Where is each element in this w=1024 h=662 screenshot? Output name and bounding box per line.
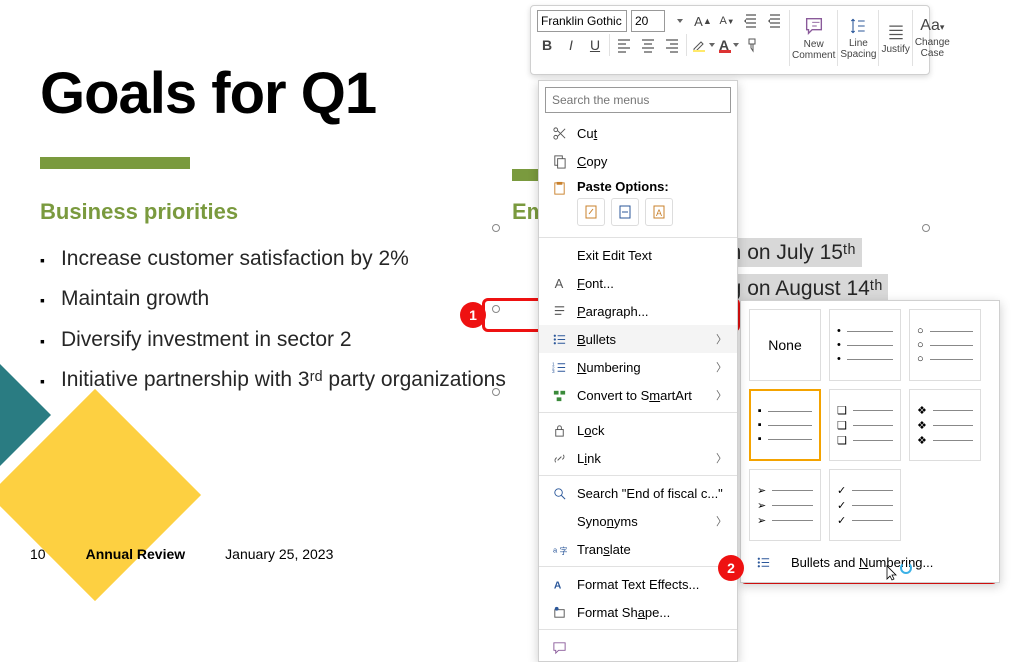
menu-item-exit-edit-text[interactable]: Exit Edit Text (539, 241, 737, 269)
paste-options-label: Paste Options: (577, 175, 737, 194)
highlight-color-button[interactable] (691, 34, 715, 56)
comment-icon (549, 640, 569, 655)
bullet-option-diamond[interactable]: ❖ ❖ ❖ (909, 389, 981, 461)
font-icon: A (549, 276, 569, 291)
mini-toolbar: A▲ A▼ B I U A New Comment (530, 5, 930, 75)
link-icon (549, 451, 569, 466)
menu-search-input[interactable] (545, 87, 731, 113)
bullet-option-disc[interactable]: • • • (829, 309, 901, 381)
font-name-select[interactable] (537, 10, 627, 32)
svg-text:3: 3 (552, 369, 555, 374)
scissors-icon (549, 126, 569, 141)
menu-item-copy[interactable]: Copy (539, 147, 737, 175)
footer-annual-review: Annual Review (86, 546, 186, 562)
menu-item-lock[interactable]: Lock (539, 416, 737, 444)
change-case-button[interactable]: Aa▾ Change Case (912, 10, 952, 66)
svg-text:A: A (656, 208, 662, 218)
menu-item-paragraph[interactable]: Paragraph... (539, 297, 737, 325)
menu-item-numbering[interactable]: 123 Numbering 〉 (539, 353, 737, 381)
format-painter-button[interactable] (743, 34, 763, 56)
translate-icon: a字 (549, 542, 569, 557)
paste-option-keep-source[interactable] (577, 198, 605, 226)
chevron-right-icon: 〉 (716, 450, 727, 466)
line-spacing-button[interactable]: Line Spacing (837, 10, 878, 66)
bullet-option-square-hollow[interactable]: ❑ ❑ ❑ (829, 389, 901, 461)
list-item[interactable]: Increase customer satisfaction by 2% (40, 245, 512, 273)
page-number: 10 (30, 546, 46, 562)
svg-text:字: 字 (559, 546, 567, 556)
format-shape-icon (549, 605, 569, 620)
footer-date: January 25, 2023 (225, 546, 333, 562)
chevron-right-icon: 〉 (716, 331, 727, 347)
list-item[interactable]: Maintain growth (40, 285, 512, 313)
context-menu: Cut Copy Paste Options: A Exit Edit Text… (538, 80, 738, 662)
increase-indent-button[interactable] (765, 10, 785, 32)
title-underline (40, 157, 190, 169)
left-bullet-list[interactable]: Increase customer satisfaction by 2% Mai… (40, 245, 512, 394)
menu-item-format-text-effects[interactable]: AFormat Text Effects... (539, 570, 737, 598)
menu-item-translate[interactable]: a字Translate (539, 535, 737, 563)
bullets-icon (753, 555, 773, 570)
list-item[interactable]: Diversify investment in sector 2 (40, 326, 512, 354)
bullet-option-none[interactable]: None (749, 309, 821, 381)
font-size-select[interactable] (631, 10, 665, 32)
selection-handle[interactable] (492, 305, 500, 313)
selection-handle[interactable] (922, 224, 930, 232)
menu-item-search[interactable]: Search "End of fiscal c..." (539, 479, 737, 507)
decrease-indent-button[interactable] (741, 10, 761, 32)
bullet-option-circle[interactable]: ○ ○ ○ (909, 309, 981, 381)
menu-item-cut[interactable]: Cut (539, 119, 737, 147)
smartart-icon (549, 388, 569, 403)
text-effects-icon: A (549, 577, 569, 592)
grow-font-button[interactable]: A▲ (693, 10, 713, 32)
lock-icon (549, 423, 569, 438)
chevron-right-icon: 〉 (716, 513, 727, 529)
numbering-icon: 123 (549, 360, 569, 375)
menu-item-truncated[interactable] (539, 633, 737, 661)
menu-item-convert-smartart[interactable]: Convert to SmartArt 〉 (539, 381, 737, 409)
menu-item-font[interactable]: AFont... (539, 269, 737, 297)
justify-button[interactable]: Justify (878, 10, 911, 66)
bullets-gallery: None • • • ○ ○ ○ ▪ ▪ ▪ ❑ ❑ ❑ ❖ ❖ ❖ ➢ (740, 300, 1000, 583)
copy-icon (549, 154, 569, 169)
align-right-button[interactable] (662, 34, 682, 56)
align-center-button[interactable] (638, 34, 658, 56)
bullets-and-numbering-button[interactable]: Bullets and Numbering... (749, 549, 991, 574)
bold-button[interactable]: B (537, 34, 557, 56)
selection-handle[interactable] (492, 388, 500, 396)
selection-handle[interactable] (492, 224, 500, 232)
new-comment-button[interactable]: New Comment (789, 10, 837, 66)
selected-text-line[interactable]: ng on August 14ᵗʰ (712, 274, 888, 303)
paste-option-text-only[interactable]: A (645, 198, 673, 226)
search-icon (549, 486, 569, 501)
svg-text:A: A (553, 580, 561, 591)
bullet-option-check[interactable]: ✓ ✓ ✓ (829, 469, 901, 541)
italic-button[interactable]: I (561, 34, 581, 56)
align-left-button[interactable] (614, 34, 634, 56)
paragraph-icon (549, 304, 569, 319)
menu-item-synonyms[interactable]: Synonyms〉 (539, 507, 737, 535)
chevron-right-icon: 〉 (716, 387, 727, 403)
bullet-option-square-filled[interactable]: ▪ ▪ ▪ (749, 389, 821, 461)
loading-spinner-icon (900, 562, 912, 574)
tutorial-badge-2: 2 (718, 555, 744, 581)
shrink-font-button[interactable]: A▼ (717, 10, 737, 32)
list-item[interactable]: Initiative partnership with 3ʳᵈ party or… (40, 366, 512, 394)
font-size-dropdown[interactable] (669, 10, 689, 32)
underline-button[interactable]: U (585, 34, 605, 56)
paste-option-merge[interactable] (611, 198, 639, 226)
svg-text:a: a (552, 545, 557, 554)
bullets-icon (549, 332, 569, 347)
bullet-option-arrow[interactable]: ➢ ➢ ➢ (749, 469, 821, 541)
font-color-button[interactable]: A (719, 34, 739, 56)
left-column-heading: Business priorities (40, 199, 512, 225)
tutorial-badge-1: 1 (460, 302, 486, 328)
menu-item-format-shape[interactable]: Format Shape... (539, 598, 737, 626)
chevron-right-icon: 〉 (716, 359, 727, 375)
menu-item-bullets[interactable]: Bullets 〉 (539, 325, 737, 353)
menu-item-link[interactable]: Link〉 (539, 444, 737, 472)
clipboard-icon (549, 181, 569, 196)
